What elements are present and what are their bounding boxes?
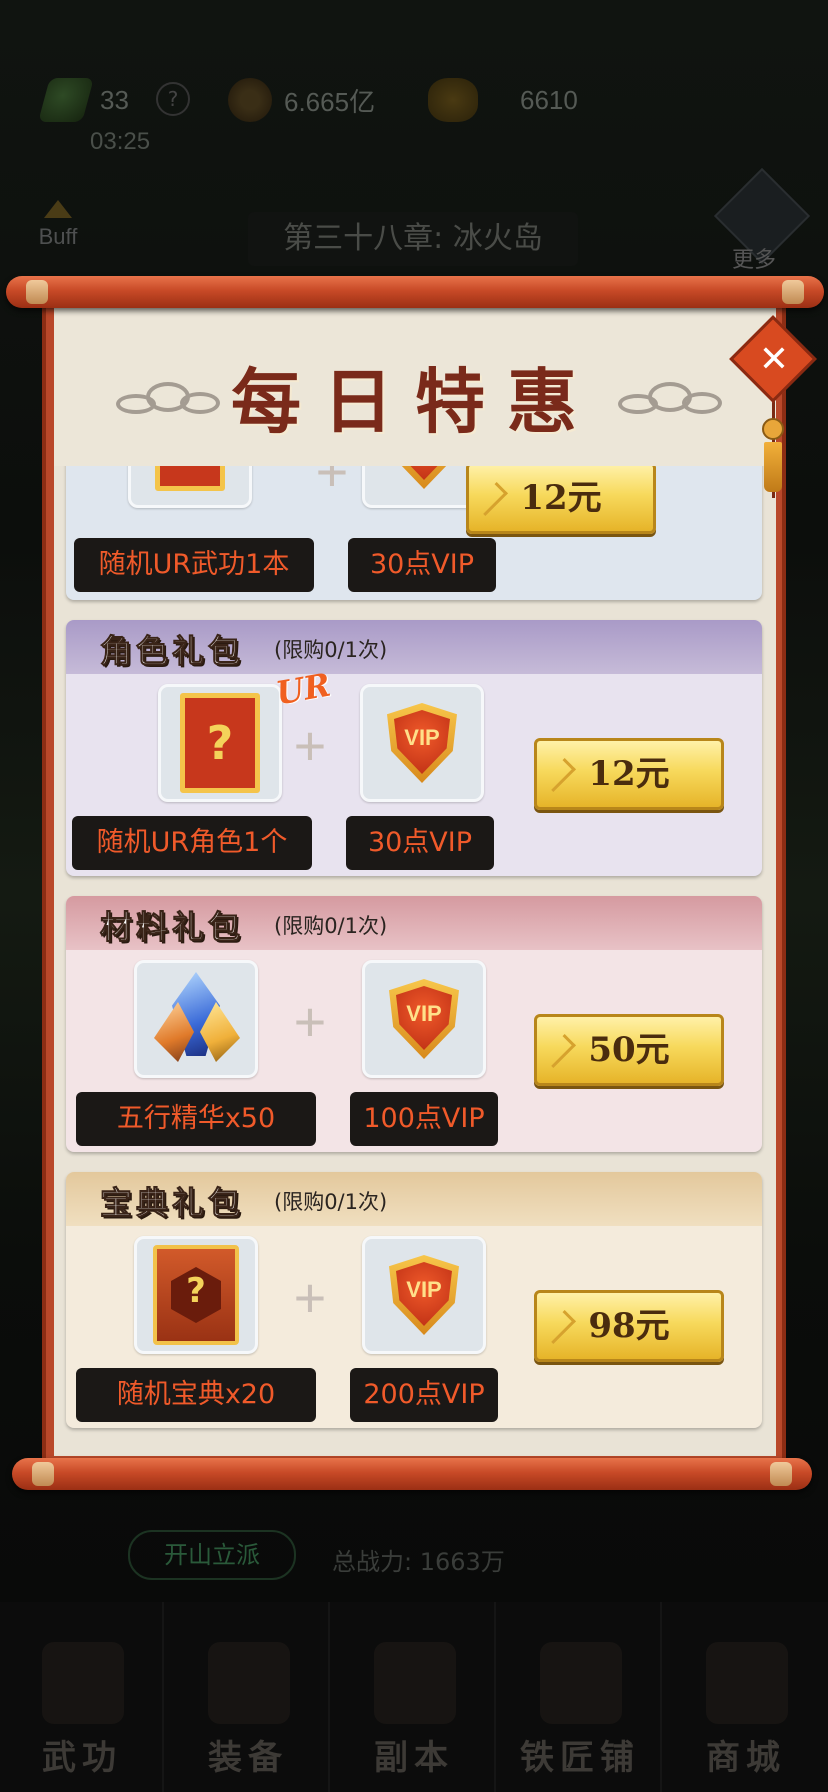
buy-button[interactable]: 50元 (534, 1014, 724, 1086)
nav-label: 铁匠铺 (520, 1738, 640, 1778)
purchase-limit: (限购0/1次) (274, 914, 388, 938)
anvil-icon (540, 1642, 622, 1724)
nav-item-wugong[interactable]: 武功 (0, 1602, 164, 1792)
buff-label: Buff (38, 224, 78, 249)
vip-shield-icon: VIP (387, 703, 457, 783)
character-card-icon: ? (180, 693, 260, 793)
buy-button[interactable]: 12元 (534, 738, 724, 810)
nav-label: 商城 (706, 1738, 786, 1778)
gold-ingot-icon (428, 78, 478, 122)
pack-header: 角色礼包 (限购0/1次) (66, 620, 762, 674)
item-name-tag: 五行精华x50 (76, 1092, 316, 1146)
price-label: 50元 (588, 1030, 670, 1070)
stamina-resource: 33 (38, 70, 129, 130)
pack-title: 角色礼包 (99, 632, 245, 671)
top-status-bar: 33 ? 6.665亿 6610 (0, 70, 828, 130)
plus-icon: + (293, 714, 327, 777)
close-tassel-button[interactable]: ✕ (729, 315, 818, 508)
item-name-tag: 随机UR武功1本 (74, 538, 314, 592)
gold-value: 6610 (520, 84, 578, 115)
ur-rarity-badge: UR (273, 665, 334, 713)
scroll-rod-bottom (12, 1458, 812, 1490)
bottom-nav: 武功 装备 副本 铁匠铺 商城 (0, 1602, 828, 1792)
crossed-swords-icon (374, 1642, 456, 1724)
countdown-timer: 03:25 (90, 128, 151, 155)
buff-button[interactable]: Buff (30, 200, 86, 250)
pack-title: 宝典礼包 (99, 1184, 245, 1223)
pack-header: 材料礼包 (限购0/1次) (66, 896, 762, 950)
found-sect-button[interactable]: 开山立派 (128, 1530, 296, 1580)
vip-slot[interactable]: VIP (362, 1236, 486, 1354)
plus-icon: + (293, 990, 327, 1053)
copper-coin-icon (228, 78, 272, 122)
price-label: 12元 (588, 754, 670, 794)
nav-item-shop[interactable]: 商城 (664, 1602, 828, 1792)
pack-card-material: 材料礼包 (限购0/1次) + VIP 50元 五行精华x50 100点VIP (66, 896, 762, 1152)
treasure-chest-icon (706, 1642, 788, 1724)
nav-label: 装备 (208, 1738, 288, 1778)
up-arrow-icon (44, 200, 72, 218)
buy-button[interactable]: 98元 (534, 1290, 724, 1362)
vip-points-tag: 100点VIP (350, 1092, 498, 1146)
scroll-rod-top (6, 276, 824, 308)
help-icon[interactable]: ? (156, 82, 190, 116)
gold-resource: 6610 (428, 70, 578, 130)
plus-icon: + (293, 1266, 327, 1329)
pack-title: 材料礼包 (99, 908, 245, 947)
pack-header: 宝典礼包 (限购0/1次) (66, 1172, 762, 1226)
crystal-icon (154, 972, 240, 1066)
nav-item-dungeon[interactable]: 副本 (332, 1602, 496, 1792)
close-icon: ✕ (758, 339, 790, 380)
item-name-tag: 随机UR角色1个 (72, 816, 312, 870)
vip-points-tag: 30点VIP (348, 538, 496, 592)
price-label: 98元 (588, 1306, 670, 1346)
copper-value: 6.665亿 (284, 86, 376, 117)
cloud-ornament-icon (618, 382, 728, 416)
dialog-header: 每日特惠 (54, 306, 776, 466)
armor-icon (208, 1642, 290, 1724)
vip-shield-icon: VIP (389, 979, 459, 1059)
vip-slot[interactable]: VIP (360, 684, 484, 802)
vip-points-tag: 200点VIP (350, 1368, 498, 1422)
nav-item-blacksmith[interactable]: 铁匠铺 (498, 1602, 662, 1792)
vip-slot[interactable]: VIP (362, 960, 486, 1078)
total-power: 总战力: 1663万 (332, 1548, 505, 1576)
stamina-icon (38, 78, 94, 122)
pack-card-treasure-book: 宝典礼包 (限购0/1次) ? + VIP 98元 随机宝典x20 200点VI… (66, 1172, 762, 1428)
item-slot[interactable]: ? (158, 684, 282, 802)
stamina-value: 33 (100, 84, 129, 115)
chapter-title: 第三十八章: 冰火岛 (248, 212, 578, 266)
vip-points-tag: 30点VIP (346, 816, 494, 870)
vip-shield-icon: VIP (389, 1255, 459, 1335)
item-slot[interactable] (134, 960, 258, 1078)
scroll-icon (42, 1642, 124, 1724)
item-name-tag: 随机宝典x20 (76, 1368, 316, 1422)
purchase-limit: (限购0/1次) (274, 1190, 388, 1214)
treasure-book-icon: ? (153, 1245, 239, 1345)
nav-item-equipment[interactable]: 装备 (166, 1602, 330, 1792)
buy-button[interactable]: 12元 (466, 462, 656, 534)
copper-resource: 6.665亿 (228, 70, 375, 130)
power-row: 开山立派 总战力: 1663万 (0, 1530, 828, 1586)
nav-label: 副本 (374, 1738, 454, 1778)
nav-label: 武功 (42, 1738, 122, 1778)
price-label: 12元 (520, 478, 602, 518)
item-slot[interactable]: ? (134, 1236, 258, 1354)
purchase-limit: (限购0/1次) (274, 638, 388, 662)
more-menu-button[interactable]: 更多 (712, 167, 812, 273)
pack-card-character: 角色礼包 (限购0/1次) ? UR + VIP 12元 随机UR角色1个 30… (66, 620, 762, 876)
more-label: 更多 (732, 248, 777, 273)
